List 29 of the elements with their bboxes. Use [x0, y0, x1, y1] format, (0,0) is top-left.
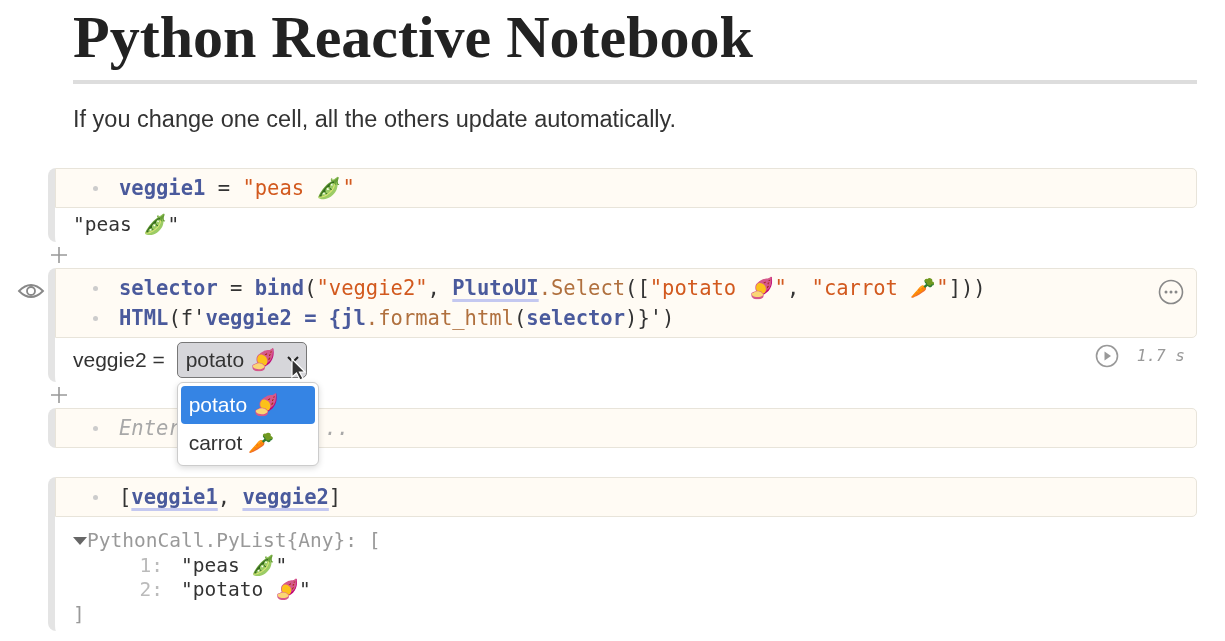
code-line: [veggie1, veggie2]	[93, 482, 342, 512]
disclosure-triangle-icon[interactable]	[73, 536, 87, 547]
more-icon[interactable]	[1158, 279, 1184, 305]
run-time: 1.7 s	[1136, 345, 1185, 367]
run-icon[interactable]	[1094, 344, 1119, 368]
code-line: HTML(f'veggie2 = {jl.format_html(selector)}')	[93, 303, 675, 333]
tree-footer: ]	[73, 602, 1197, 627]
code-line: veggie1 = "peas 🫛"	[93, 173, 355, 203]
page-title: Python Reactive Notebook	[73, 0, 1197, 84]
dropdown-select[interactable]: potato 🍠	[176, 342, 307, 378]
dropdown-option[interactable]: potato 🍠	[180, 386, 315, 424]
add-cell-icon[interactable]	[50, 246, 68, 264]
item-value: "potato 🍠"	[181, 578, 311, 603]
code-line: selector = bind("veggie2", PlutoUI.Select(["potato 🍠", "carrot 🥕"]))	[93, 273, 986, 303]
item-value: "peas 🫛"	[181, 553, 288, 578]
tree-header: PythonCall.PyList{Any}: [	[87, 529, 381, 554]
placeholder-text: Enter	[119, 416, 181, 440]
add-cell-icon[interactable]	[50, 386, 68, 404]
select-label: veggie2 =	[73, 347, 165, 374]
code-editor[interactable]: [veggie1, veggie2]	[55, 477, 1197, 517]
intro-text: If you change one cell, all the others update automatically.	[73, 105, 678, 133]
code-editor[interactable]: veggie1 = "peas 🫛"	[55, 168, 1197, 208]
mouse-pointer-icon[interactable]	[290, 358, 307, 382]
placeholder-text: ..	[324, 416, 350, 440]
output-text: "peas 🫛"	[73, 212, 181, 238]
item-index: 2:	[138, 578, 164, 603]
code-editor[interactable]: selector = bind("veggie2", PlutoUI.Select(["potato 🍠", "carrot 🥕"])) HTML(f'veggie2 = {jl.format_html(selector)}')	[55, 268, 1197, 338]
eye-icon[interactable]	[17, 282, 45, 300]
item-index: 1:	[138, 553, 164, 578]
